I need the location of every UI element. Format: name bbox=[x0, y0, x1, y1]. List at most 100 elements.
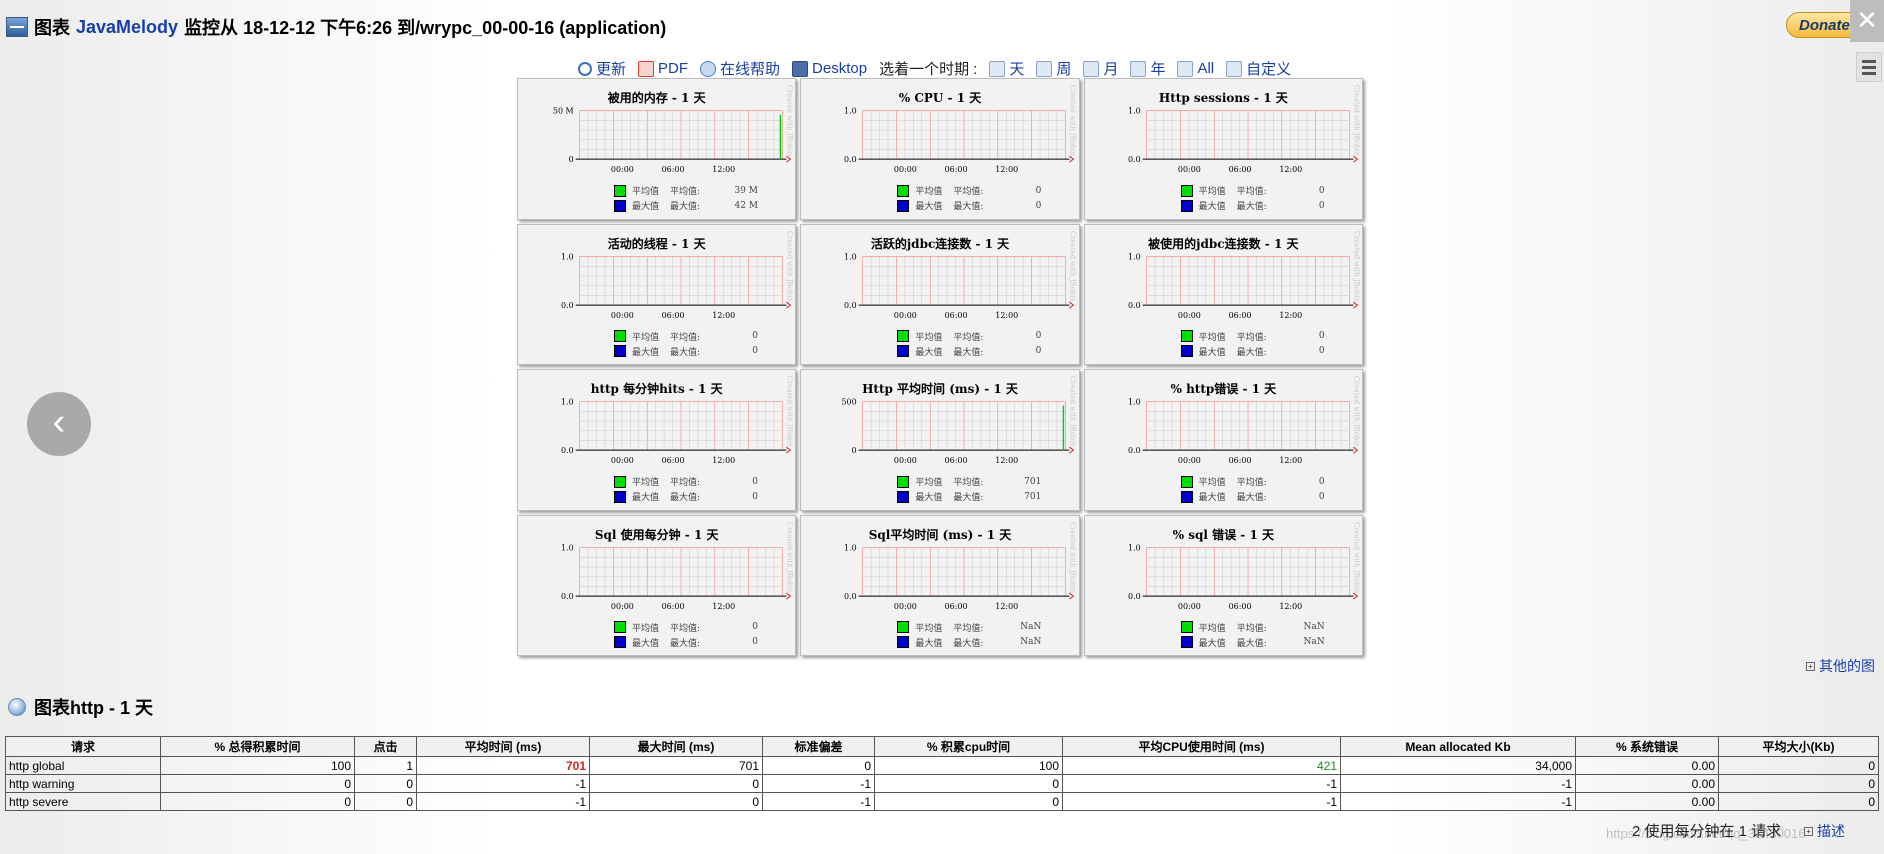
legend-series-label: 平均值 bbox=[915, 187, 943, 197]
chart-panel[interactable]: 1.0 0.0 00:00 06:00 12:00 Created with JRobin… bbox=[800, 514, 1080, 656]
col-total-time[interactable]: % 总得积累时间 bbox=[160, 736, 355, 757]
expand-icon: + bbox=[1806, 661, 1815, 671]
description-link[interactable]: + 描述 bbox=[1804, 821, 1845, 841]
y-tick-label: 0.0 bbox=[844, 155, 857, 164]
request-name-link[interactable]: http severe bbox=[5, 792, 161, 811]
calendar-icon bbox=[1083, 60, 1100, 77]
legend-value: 0 bbox=[1318, 185, 1325, 196]
col-allocated[interactable]: Mean allocated Kb bbox=[1340, 736, 1576, 757]
x-tick-label: 06:00 bbox=[662, 165, 685, 174]
cell: 0 bbox=[1718, 774, 1879, 793]
table-row: http global 100 1 701 701 0 100 421 34,0… bbox=[5, 756, 1879, 775]
legend-value: NaN bbox=[1020, 637, 1042, 647]
col-max-time[interactable]: 最大时间 (ms) bbox=[589, 736, 763, 757]
legend-swatch bbox=[1180, 475, 1193, 488]
col-mean-size[interactable]: 平均大小(Kb) bbox=[1718, 736, 1879, 757]
online-help-button[interactable]: 在线帮助 bbox=[700, 58, 780, 79]
y-tick-label: 1.0 bbox=[1128, 398, 1141, 407]
y-tick-label: 1.0 bbox=[844, 252, 857, 261]
chart-panel[interactable]: 1.0 0.0 00:00 06:00 12:00 Created with JRobin… bbox=[1083, 514, 1363, 656]
col-hits[interactable]: 点击 bbox=[354, 736, 417, 757]
close-icon[interactable]: ✕ bbox=[1850, 0, 1884, 42]
chart-panel[interactable]: 1.0 0.0 00:00 06:00 12:00 Created with JRobin… bbox=[1083, 369, 1363, 511]
chart-panel[interactable]: 1.0 0.0 00:00 06:00 12:00 Created with JRobin… bbox=[1083, 223, 1363, 365]
request-name-link[interactable]: http warning bbox=[5, 774, 161, 793]
chart-title: 被用的内存 - 1 天 bbox=[607, 91, 706, 105]
x-tick-label: 06:00 bbox=[945, 311, 968, 320]
legend-row-maximum: 最大值 最大值: 0 bbox=[614, 344, 758, 359]
request-name-link[interactable]: http global bbox=[5, 756, 161, 775]
legend-swatch bbox=[897, 345, 910, 357]
legend-row-average: 平均值 平均值: 0 bbox=[1180, 474, 1325, 489]
y-tick-label: 0.0 bbox=[1128, 446, 1141, 455]
charts-icon bbox=[6, 17, 28, 37]
calendar-icon bbox=[1226, 60, 1243, 77]
table-row: http severe 0 0 -1 0 -1 0 -1 -1 0.00 0 bbox=[5, 792, 1879, 811]
chart-panel[interactable]: 50 M 0 00:00 06:00 12:00 Created with JRobin 被… bbox=[517, 78, 797, 220]
period-day[interactable]: 天 bbox=[989, 58, 1024, 79]
x-tick-label: 06:00 bbox=[1228, 602, 1251, 611]
legend-swatch bbox=[1180, 490, 1193, 503]
period-all[interactable]: All bbox=[1177, 60, 1214, 77]
chart-panel[interactable]: 1.0 0.0 00:00 06:00 12:00 Created with JRobin… bbox=[517, 223, 797, 365]
legend-stat-label: 最大值: bbox=[1236, 638, 1267, 649]
x-axis-arrow bbox=[786, 446, 792, 454]
calendar-icon bbox=[1177, 60, 1194, 77]
col-mean-cpu[interactable]: 平均CPU使用时间 (ms) bbox=[1062, 736, 1341, 757]
legend-stat-label: 最大值: bbox=[953, 493, 984, 503]
col-system-errors[interactable]: % 系统错误 bbox=[1575, 736, 1719, 757]
legend-series-label: 平均值 bbox=[632, 478, 660, 488]
x-axis-arrow bbox=[1352, 446, 1358, 454]
period-week[interactable]: 周 bbox=[1036, 58, 1071, 79]
period-day-label: 天 bbox=[1009, 61, 1025, 78]
brand-link[interactable]: JavaMelody bbox=[76, 17, 178, 38]
legend-stat-label: 最大值: bbox=[670, 493, 701, 503]
chart-panel[interactable]: 1.0 0.0 00:00 06:00 12:00 Created with JRobin… bbox=[517, 369, 797, 511]
cell: 701 bbox=[416, 756, 590, 775]
previous-arrow-icon[interactable]: ‹ bbox=[27, 392, 91, 456]
pdf-button[interactable]: PDF bbox=[638, 60, 688, 77]
col-mean-time[interactable]: 平均时间 (ms) bbox=[416, 736, 590, 757]
cell: -1 bbox=[1340, 792, 1576, 811]
legend-swatch bbox=[1180, 184, 1193, 197]
chart-panel[interactable]: 1.0 0.0 00:00 06:00 12:00 Created with JRobin… bbox=[517, 514, 797, 656]
legend-stat-label: 平均值: bbox=[1236, 332, 1267, 343]
chart-title: % http错误 - 1 天 bbox=[1170, 382, 1277, 396]
y-tick-label: 1.0 bbox=[1128, 107, 1141, 116]
other-graphs-link[interactable]: + 其他的图 bbox=[1806, 656, 1875, 676]
x-tick-label: 06:00 bbox=[945, 165, 968, 174]
legend-row-average: 平均值 平均值: 0 bbox=[897, 329, 1041, 344]
pdf-icon bbox=[638, 60, 655, 77]
y-tick-label: 0.0 bbox=[1128, 592, 1141, 601]
desktop-label: Desktop bbox=[812, 60, 868, 77]
refresh-button[interactable]: 更新 bbox=[578, 58, 626, 79]
legend-swatch bbox=[1180, 345, 1193, 357]
hamburger-menu-icon[interactable] bbox=[1856, 52, 1882, 82]
legend-row-maximum: 最大值 最大值: 0 bbox=[897, 198, 1041, 213]
chart-title: Http sessions - 1 天 bbox=[1158, 91, 1288, 105]
desktop-button[interactable]: Desktop bbox=[792, 60, 867, 77]
legend-row-average: 平均值 平均值: NaN bbox=[1180, 620, 1325, 635]
x-tick-label: 06:00 bbox=[662, 602, 685, 611]
chart-panel[interactable]: 500 0 00:00 06:00 12:00 Created with JRobin Ht… bbox=[800, 369, 1080, 511]
x-tick-label: 00:00 bbox=[1178, 311, 1201, 320]
chart-panel[interactable]: 1.0 0.0 00:00 06:00 12:00 Created with JRobin… bbox=[800, 223, 1080, 365]
col-request[interactable]: 请求 bbox=[5, 736, 161, 757]
col-cpu-time[interactable]: % 积累cpu时间 bbox=[874, 736, 1063, 757]
chart-panel[interactable]: 1.0 0.0 00:00 06:00 12:00 Created with JRobin… bbox=[800, 78, 1080, 220]
chart-panel[interactable]: 1.0 0.0 00:00 06:00 12:00 Created with JRobin… bbox=[1083, 78, 1363, 220]
chart-legend: 平均值 平均值: NaN 最大值 最大值: NaN bbox=[897, 620, 1041, 650]
cell: 0 bbox=[354, 792, 417, 811]
period-month[interactable]: 月 bbox=[1083, 58, 1118, 79]
col-std-dev[interactable]: 标准偏差 bbox=[762, 736, 875, 757]
y-tick-label: 500 bbox=[842, 398, 857, 407]
x-axis-arrow bbox=[1069, 446, 1075, 454]
legend-swatch bbox=[614, 184, 626, 197]
period-custom[interactable]: 自定义 bbox=[1226, 58, 1291, 79]
chart-legend: 平均值 平均值: 0 最大值 最大值: 0 bbox=[614, 620, 758, 650]
y-tick-label: 0 bbox=[569, 155, 574, 164]
y-tick-label: 1.0 bbox=[561, 543, 574, 552]
y-tick-label: 1.0 bbox=[844, 107, 857, 116]
legend-row-maximum: 最大值 最大值: 42 M bbox=[614, 198, 758, 213]
period-year[interactable]: 年 bbox=[1130, 58, 1165, 79]
